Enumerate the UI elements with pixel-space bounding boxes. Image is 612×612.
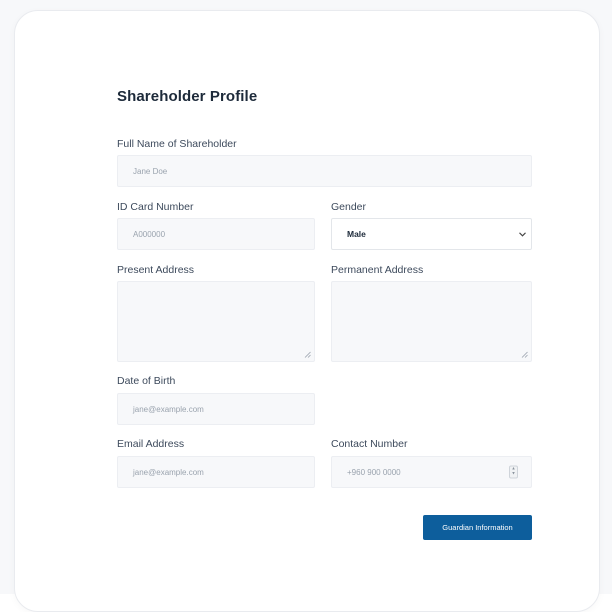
present-address-label: Present Address <box>117 264 195 276</box>
gender-select[interactable]: Male <box>331 218 532 250</box>
gender-value: Male <box>347 229 366 239</box>
email-placeholder: jane@example.com <box>133 467 204 477</box>
form-title: Shareholder Profile <box>117 88 258 105</box>
id-card-placeholder: A000000 <box>133 229 166 239</box>
id-card-input[interactable]: A000000 <box>117 218 315 250</box>
guardian-information-button[interactable]: Guardian Information <box>423 515 532 540</box>
contact-placeholder: +960 900 0000 <box>347 467 401 477</box>
contact-label: Contact Number <box>331 438 408 450</box>
id-card-label: ID Card Number <box>117 201 194 213</box>
full-name-input[interactable]: Jane Doe <box>117 155 532 187</box>
full-name-label: Full Name of Shareholder <box>117 138 237 150</box>
email-input[interactable]: jane@example.com <box>117 456 315 488</box>
permanent-address-textarea[interactable] <box>331 281 532 362</box>
email-label: Email Address <box>117 438 185 450</box>
resize-grip-icon[interactable] <box>304 351 311 358</box>
page-background: Shareholder Profile Full Name of Shareho… <box>0 0 612 612</box>
contact-input[interactable]: +960 900 0000 ▴ ▾ <box>331 456 532 488</box>
dob-placeholder: jane@example.com <box>133 404 204 414</box>
resize-grip-icon[interactable] <box>521 351 528 358</box>
permanent-address-label: Permanent Address <box>331 264 424 276</box>
present-address-textarea[interactable] <box>117 281 315 362</box>
dob-label: Date of Birth <box>117 375 176 387</box>
chevron-down-icon <box>519 229 526 239</box>
spinner-icon[interactable]: ▴ ▾ <box>509 465 518 479</box>
gender-label: Gender <box>331 201 367 213</box>
dob-input[interactable]: jane@example.com <box>117 393 315 425</box>
full-name-placeholder: Jane Doe <box>133 166 168 176</box>
